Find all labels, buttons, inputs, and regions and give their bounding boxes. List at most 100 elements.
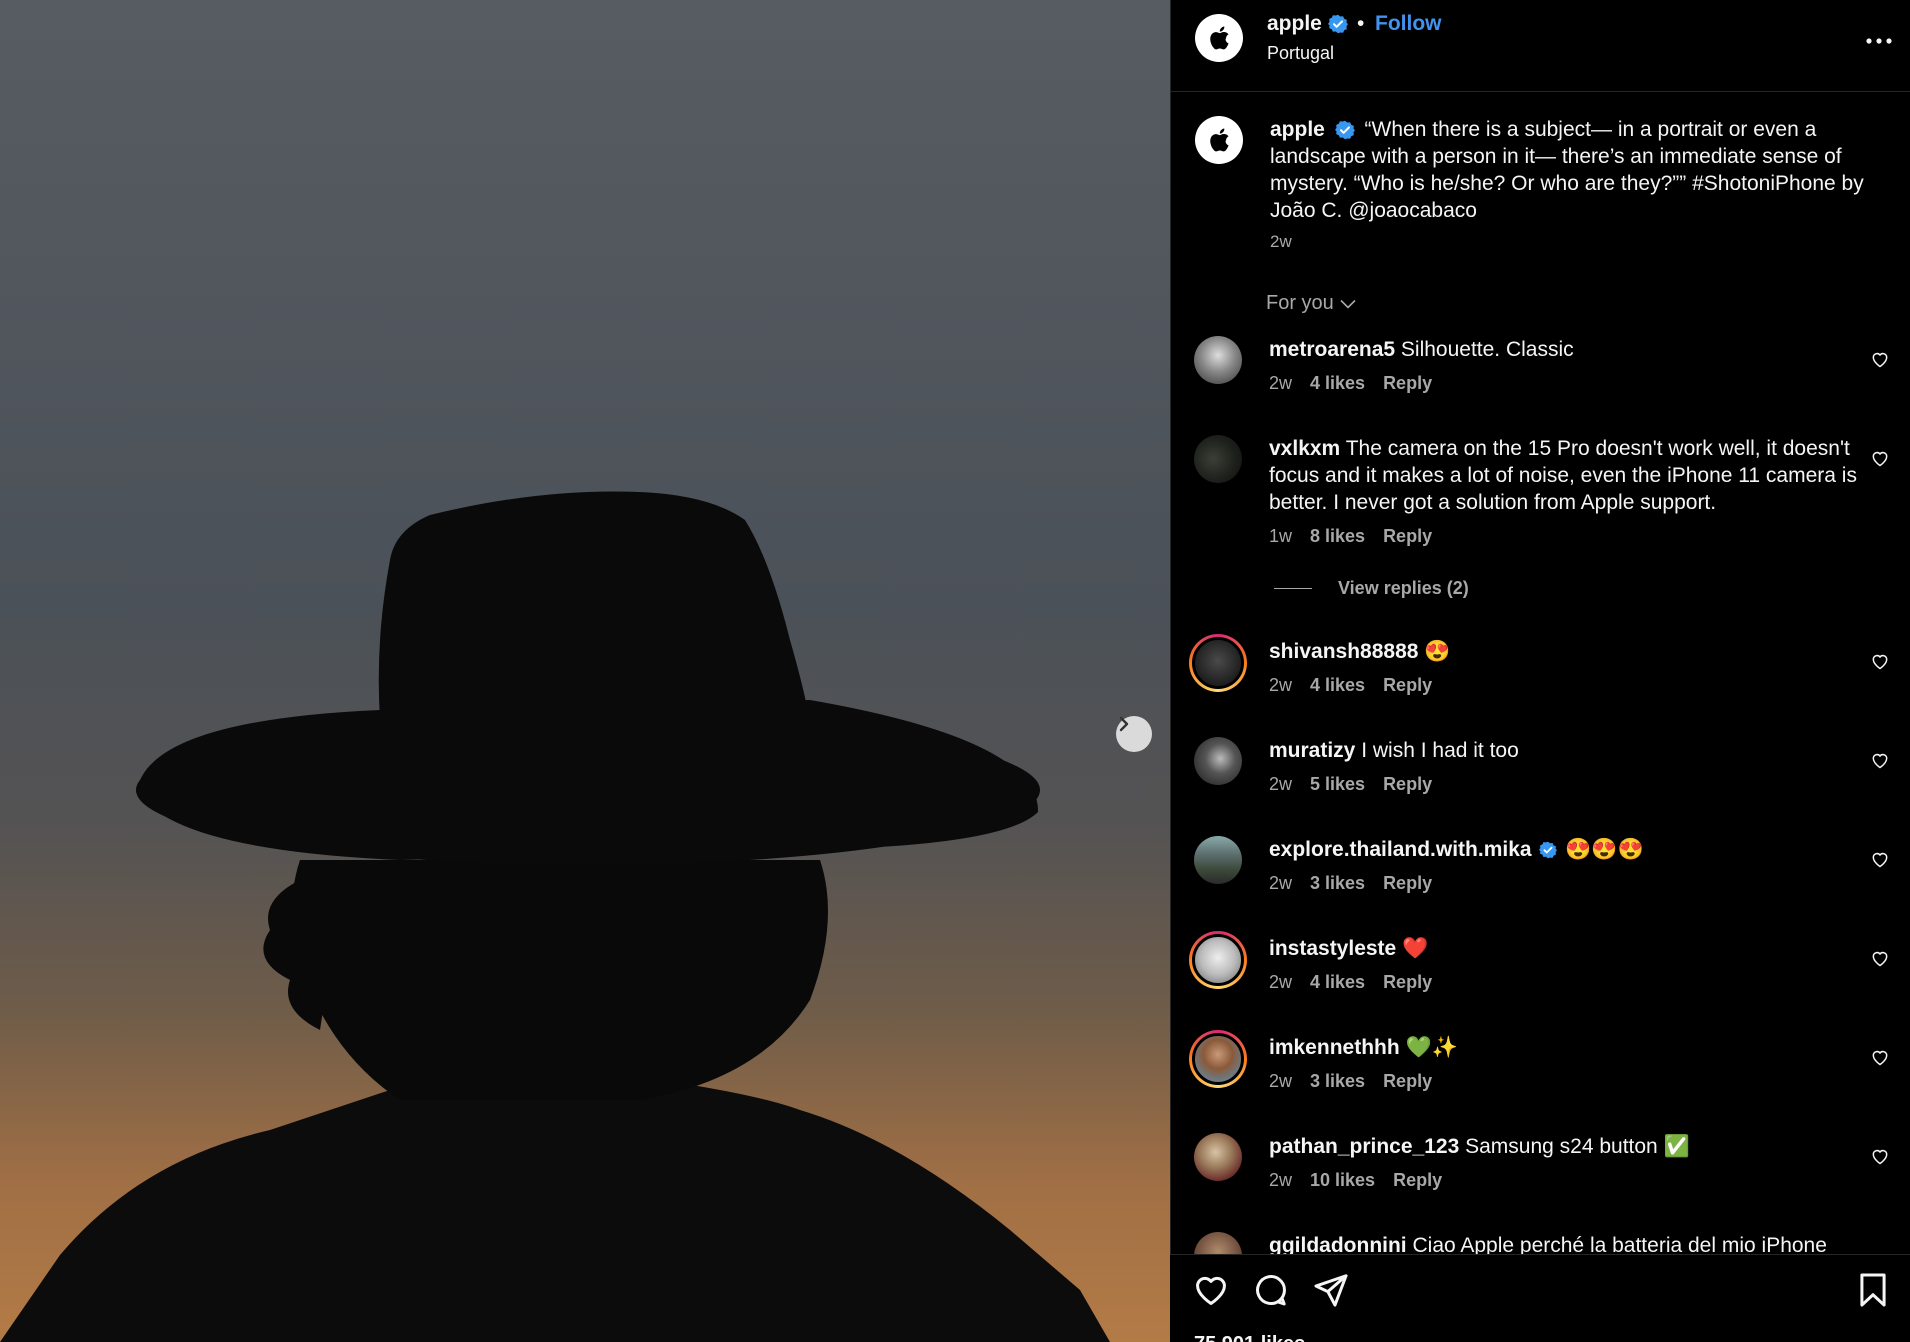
comment-time: 2w (1269, 972, 1293, 992)
follow-button[interactable]: Follow (1375, 12, 1442, 36)
comment-meta: 2w 4 likes Reply (1269, 675, 1432, 696)
comment-time: 2w (1269, 675, 1293, 695)
comment-body: Samsung s24 button ✅ (1465, 1135, 1690, 1158)
comment-username[interactable]: explore.thailand.with.mika (1269, 838, 1532, 861)
caption-avatar[interactable] (1195, 116, 1243, 164)
commenter-avatar[interactable] (1194, 336, 1242, 384)
author-avatar[interactable] (1195, 14, 1243, 62)
author-username-text[interactable]: apple (1267, 12, 1322, 36)
bookmark-icon[interactable] (1854, 1271, 1892, 1309)
comment-time: 1w (1269, 526, 1293, 546)
avatar-image (1192, 637, 1244, 689)
comment-text: vxlkxm The camera on the 15 Pro doesn't … (1269, 435, 1859, 516)
comment-meta: 2w 3 likes Reply (1269, 1071, 1432, 1092)
likes-count[interactable]: 75,901 likes (1194, 1333, 1305, 1342)
comment-likes[interactable]: 4 likes (1310, 972, 1365, 993)
comment-body: Ciao Apple perché la batteria del mio iP… (1412, 1234, 1827, 1254)
comment-username[interactable]: shivansh88888 (1269, 640, 1418, 663)
comment-text: shivansh88888 😍 (1269, 638, 1859, 665)
view-replies-button[interactable]: View replies (2) (1274, 578, 1469, 599)
comment-likes[interactable]: 5 likes (1310, 774, 1365, 795)
comment-username[interactable]: imkennethhh (1269, 1036, 1400, 1059)
chevron-down-icon (1340, 299, 1356, 309)
comment-likes[interactable]: 4 likes (1310, 373, 1365, 394)
comment-meta: 2w 5 likes Reply (1269, 774, 1432, 795)
commenter-avatar[interactable] (1189, 634, 1247, 692)
sort-label: For you (1266, 292, 1334, 314)
apple-logo-icon (1210, 26, 1229, 50)
caption-body: “When there is a subject— in a portrait … (1270, 118, 1864, 222)
separator-dot: • (1357, 12, 1365, 35)
heart-icon[interactable] (1192, 1271, 1230, 1309)
apple-logo-icon (1210, 128, 1229, 152)
next-photo-button[interactable] (1116, 716, 1152, 752)
comment-body: 💚✨ (1405, 1036, 1458, 1059)
heart-icon[interactable] (1870, 1047, 1890, 1067)
more-options-button[interactable] (1866, 26, 1892, 46)
share-icon[interactable] (1312, 1271, 1350, 1309)
commenter-avatar[interactable] (1194, 1133, 1242, 1181)
comment-text: pathan_prince_123 Samsung s24 button ✅ (1269, 1133, 1859, 1160)
heart-icon[interactable] (1870, 1146, 1890, 1166)
comment-time: 2w (1269, 373, 1293, 393)
comment-username[interactable]: instastyleste (1269, 937, 1396, 960)
reply-button[interactable]: Reply (1383, 1071, 1432, 1092)
caption-timestamp: 2w (1270, 232, 1292, 251)
post-location[interactable]: Portugal (1267, 43, 1334, 64)
commenter-avatar[interactable] (1194, 435, 1242, 483)
comment-body: 😍😍😍 (1565, 838, 1644, 861)
view-replies-label: View replies (2) (1338, 578, 1469, 598)
commenter-avatar[interactable] (1194, 836, 1242, 884)
reply-button[interactable]: Reply (1383, 675, 1432, 696)
commenter-avatar[interactable] (1194, 1232, 1242, 1254)
comment-body: 😍 (1424, 640, 1451, 663)
comment-time: 2w (1269, 774, 1293, 794)
comment-username[interactable]: metroarena5 (1269, 338, 1395, 361)
comment-likes[interactable]: 3 likes (1310, 1071, 1365, 1092)
comment-text: metroarena5 Silhouette. Classic (1269, 336, 1859, 363)
comment-meta: 1w 8 likes Reply (1269, 526, 1432, 547)
comment-text: muratizy I wish I had it too (1269, 737, 1859, 764)
comments-list[interactable]: metroarena5 Silhouette. Classic 2w 4 lik… (1170, 330, 1910, 1254)
post-header: apple • Follow Portugal (1171, 0, 1910, 92)
comment-icon[interactable] (1252, 1271, 1290, 1309)
heart-icon[interactable] (1870, 651, 1890, 671)
comment-sort-dropdown[interactable]: For you (1266, 292, 1356, 315)
heart-icon[interactable] (1870, 448, 1890, 468)
reply-button[interactable]: Reply (1383, 774, 1432, 795)
author-username[interactable]: apple (1267, 12, 1348, 36)
reply-button[interactable]: Reply (1383, 873, 1432, 894)
avatar-image (1192, 934, 1244, 986)
comment-likes[interactable]: 4 likes (1310, 675, 1365, 696)
commenter-avatar[interactable] (1189, 931, 1247, 989)
more-icon (1866, 38, 1892, 44)
heart-icon[interactable] (1870, 349, 1890, 369)
commenter-avatar[interactable] (1194, 737, 1242, 785)
comment-meta: 2w 4 likes Reply (1269, 972, 1432, 993)
comment-likes[interactable]: 10 likes (1310, 1170, 1375, 1191)
reply-button[interactable]: Reply (1383, 972, 1432, 993)
comment-time: 2w (1269, 873, 1293, 893)
comment-body: I wish I had it too (1361, 739, 1519, 762)
comment-username[interactable]: muratizy (1269, 739, 1355, 762)
comment-text: ggildadonnini Ciao Apple perché la batte… (1269, 1232, 1859, 1254)
reply-button[interactable]: Reply (1383, 373, 1432, 394)
heart-icon[interactable] (1870, 849, 1890, 869)
replies-line (1274, 588, 1312, 589)
comment-meta: 2w 4 likes Reply (1269, 373, 1432, 394)
comment-username[interactable]: pathan_prince_123 (1269, 1135, 1459, 1158)
comment-meta: 2w 3 likes Reply (1269, 873, 1432, 894)
commenter-avatar[interactable] (1189, 1030, 1247, 1088)
comment-username[interactable]: ggildadonnini (1269, 1234, 1407, 1254)
post-action-bar: 75,901 likes (1170, 1254, 1910, 1342)
heart-icon[interactable] (1870, 948, 1890, 968)
comment-username[interactable]: vxlkxm (1269, 437, 1340, 460)
comment-likes[interactable]: 8 likes (1310, 526, 1365, 547)
verified-badge-icon (1539, 842, 1558, 859)
reply-button[interactable]: Reply (1383, 526, 1432, 547)
reply-button[interactable]: Reply (1393, 1170, 1442, 1191)
avatar-image (1192, 1033, 1244, 1085)
caption-username[interactable]: apple (1270, 118, 1325, 141)
heart-icon[interactable] (1870, 750, 1890, 770)
comment-likes[interactable]: 3 likes (1310, 873, 1365, 894)
